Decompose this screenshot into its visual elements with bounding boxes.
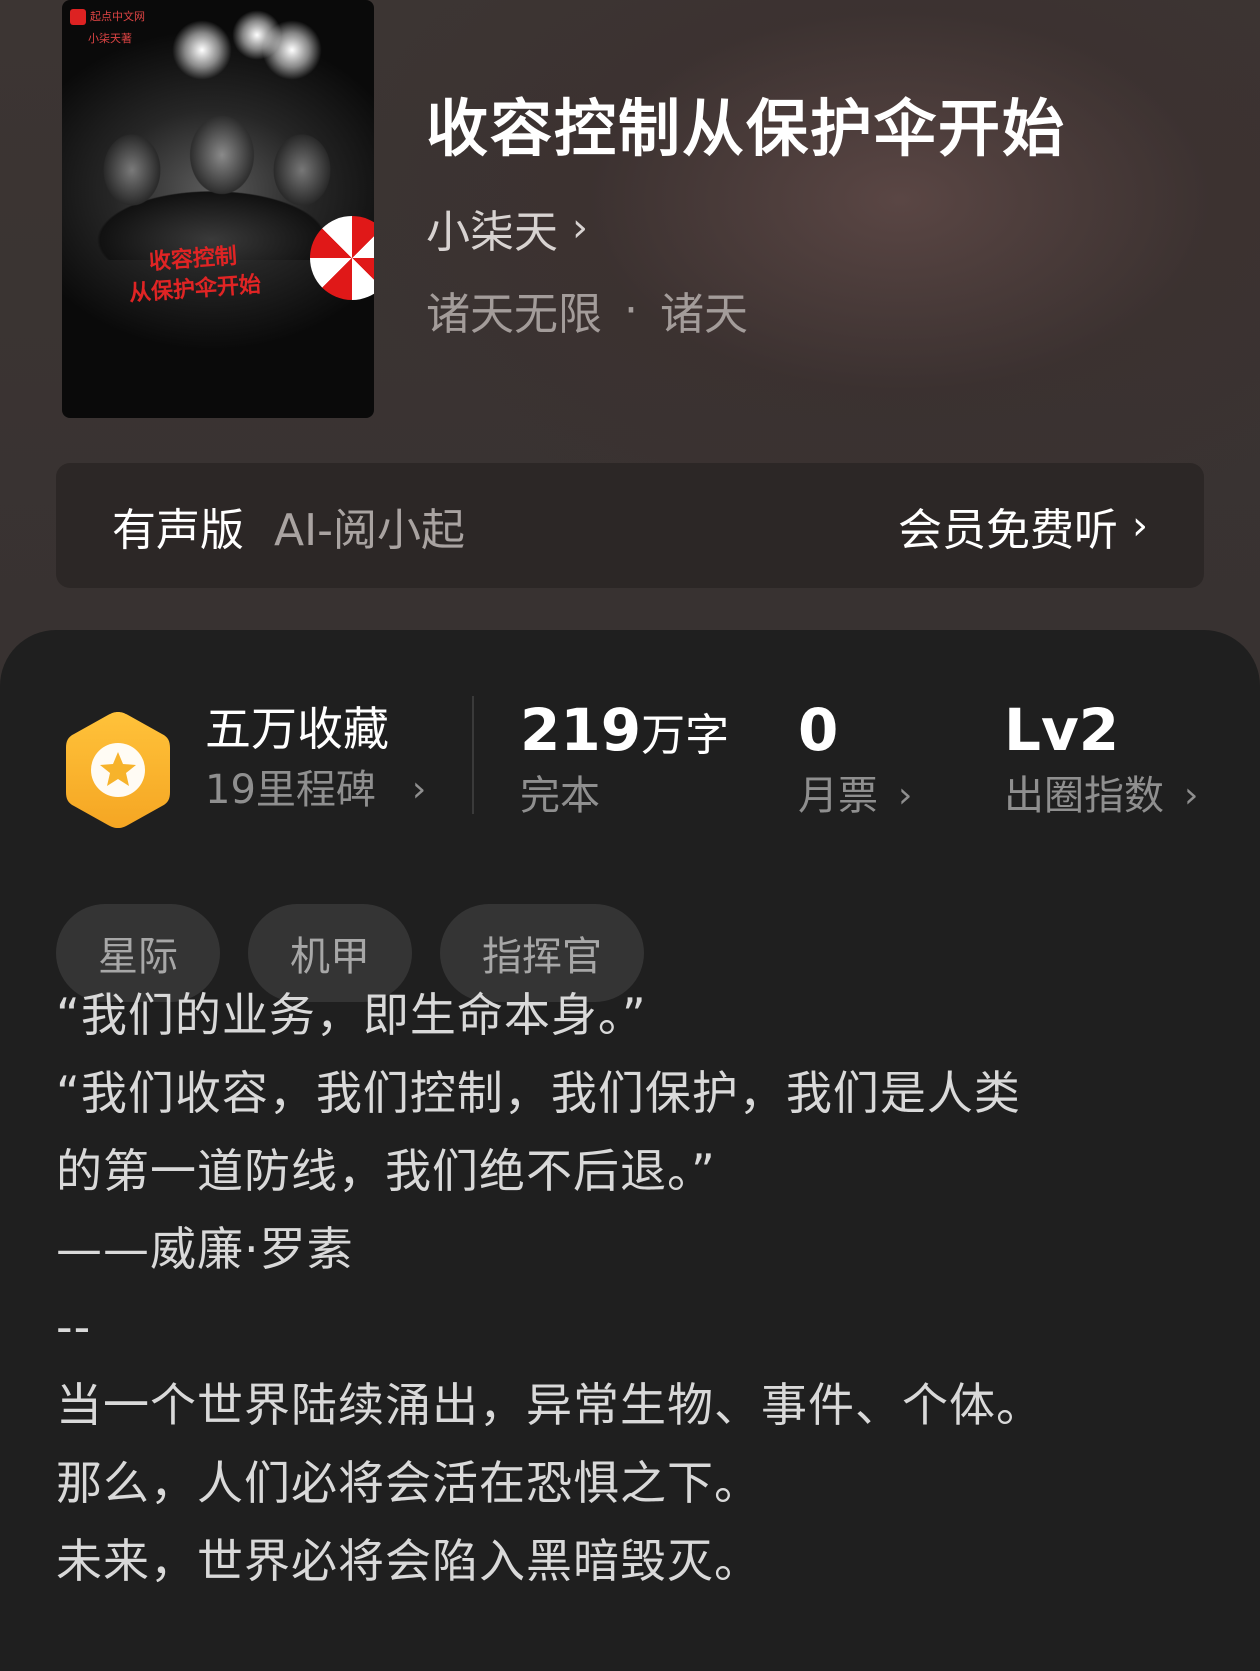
audio-narrator: AI-阅小起	[274, 504, 465, 556]
synopsis-line: 的第一道防线，我们绝不后退。”	[56, 1144, 716, 1198]
audio-label: 有声版	[112, 504, 244, 556]
chevron-right-icon: ›	[1184, 775, 1199, 816]
completion-status: 完本	[520, 773, 600, 819]
monthly-votes-label: 月票	[798, 773, 878, 819]
favorites-stat[interactable]: 五万收藏 19里程碑 ›	[205, 698, 426, 820]
synopsis-line: “我们收容，我们控制，我们保护，我们是人类	[56, 1066, 1021, 1120]
star-badge-icon	[66, 712, 170, 828]
chevron-right-icon: ›	[572, 205, 588, 251]
synopsis-line: 那么，人们必将会活在恐惧之下。	[56, 1456, 761, 1510]
genre-separator: ·	[624, 284, 638, 336]
circle-index-level: Lv2	[1004, 696, 1120, 764]
circle-index-label: 出圈指数	[1004, 773, 1164, 819]
word-count-unit: 万字	[641, 710, 730, 761]
cover-light	[262, 20, 322, 80]
cover-light	[172, 20, 232, 80]
word-count-number: 219	[520, 696, 642, 764]
book-title: 收容控制从保护伞开始	[426, 92, 1067, 165]
chevron-right-icon: ›	[898, 775, 913, 816]
book-detail-page: 起点中文网 小柒天著 收容控制 从保护伞开始 收容控制从保护伞开始 小柒天 › …	[0, 0, 1260, 1671]
chevron-right-icon: ›	[411, 769, 427, 810]
book-info-card: 五万收藏 19里程碑 › 219万字 完本 0 月票 › Lv2 出圈指数 ›	[0, 630, 1260, 1671]
cover-author: 小柒天著	[88, 32, 132, 45]
cover-publisher: 起点中文网	[70, 8, 145, 25]
synopsis-line: ——威廉·罗素	[56, 1222, 354, 1276]
chevron-right-icon: ›	[1132, 502, 1148, 549]
synopsis[interactable]: “我们的业务，即生命本身。” “我们收容，我们控制，我们保护，我们是人类 的第一…	[56, 976, 1216, 1600]
synopsis-line: 当一个世界陆续涌出，异常生物、事件、个体。	[56, 1378, 1043, 1432]
book-cover[interactable]: 起点中文网 小柒天著 收容控制 从保护伞开始	[62, 0, 374, 418]
synopsis-line: “我们的业务，即生命本身。”	[56, 988, 647, 1042]
synopsis-line: 未来，世界必将会陷入黑暗毁灭。	[56, 1534, 761, 1588]
word-count-stat: 219万字 完本	[520, 696, 729, 828]
genre[interactable]: 诸天无限	[426, 278, 602, 342]
listen-free-button[interactable]: 会员免费听 ›	[898, 494, 1148, 558]
genre-row: 诸天无限 · 诸天	[426, 282, 748, 341]
synopsis-line: --	[56, 1300, 92, 1354]
stat-divider	[472, 696, 474, 814]
author-name: 小柒天	[426, 207, 558, 258]
publisher-logo-icon	[70, 9, 86, 25]
favorites-count: 五万收藏	[205, 702, 389, 756]
milestone-link[interactable]: 19里程碑 ›	[205, 760, 426, 820]
audio-version-bar[interactable]: 有声版 AI-阅小起 会员免费听 ›	[56, 463, 1204, 588]
monthly-votes-number: 0	[798, 696, 839, 764]
author-link[interactable]: 小柒天 ›	[426, 200, 588, 258]
circle-index-stat[interactable]: Lv2 出圈指数 ›	[1004, 696, 1198, 828]
subgenre[interactable]: 诸天	[660, 278, 748, 342]
monthly-votes-stat[interactable]: 0 月票 ›	[798, 696, 912, 828]
